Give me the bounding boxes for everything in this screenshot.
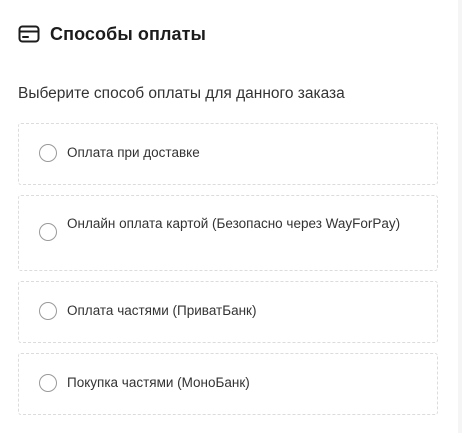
- radio-button[interactable]: [39, 374, 57, 392]
- payment-option-cash-on-delivery[interactable]: Оплата при доставке: [18, 123, 438, 185]
- payment-methods-panel: Способы оплаты Выберите способ оплаты дл…: [0, 0, 458, 433]
- radio-button[interactable]: [39, 144, 57, 162]
- payment-option-monobank-installments[interactable]: Покупка частями (МоноБанк): [18, 353, 438, 415]
- payment-methods-header: Способы оплаты: [18, 22, 206, 46]
- option-label: Покупка частями (МоноБанк): [67, 375, 250, 390]
- option-label: Оплата при доставке: [67, 145, 200, 160]
- credit-card-icon: [18, 23, 40, 45]
- payment-instruction: Выберите способ оплаты для данного заказ…: [18, 85, 345, 102]
- option-label: Онлайн оплата картой (Безопасно через Wa…: [67, 216, 401, 231]
- option-label: Оплата частями (ПриватБанк): [67, 303, 257, 318]
- payment-option-online-card[interactable]: Онлайн оплата картой (Безопасно через Wa…: [18, 195, 438, 271]
- page-title: Способы оплаты: [50, 23, 207, 44]
- payment-option-privatbank-installments[interactable]: Оплата частями (ПриватБанк): [18, 281, 438, 343]
- radio-button[interactable]: [39, 302, 57, 320]
- radio-button[interactable]: [39, 223, 57, 241]
